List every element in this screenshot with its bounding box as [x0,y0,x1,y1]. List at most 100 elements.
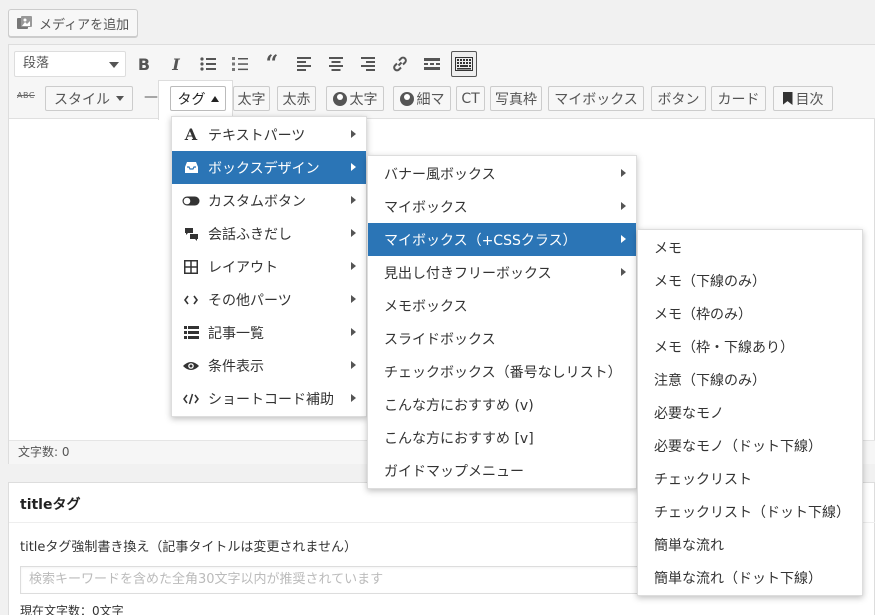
menu-item-needed-items[interactable]: 必要なモノ [638,396,862,429]
align-center-icon [329,57,343,71]
menu-item-label: 必要なモノ [654,405,724,422]
menu-item-text-parts[interactable]: A テキストパーツ [172,118,366,151]
char-count-label: 文字数: 0 [18,445,70,459]
chevron-right-icon [351,361,356,369]
menu-item-recommend-v-bracket[interactable]: こんな方におすすめ [v] [368,421,636,454]
mybox-quicktag-button[interactable]: マイボックス [548,86,644,111]
menu-item-label: メモボックス [384,298,468,315]
menu-item-check-box[interactable]: チェックボックス（番号なしリスト） [368,355,636,388]
italic-button[interactable]: I [163,51,189,77]
menu-item-needed-items-dotted[interactable]: 必要なモノ（ドット下線） [638,429,862,462]
menu-item-caution-underline[interactable]: 注意（下線のみ） [638,363,862,396]
menu-item-banner-box[interactable]: バナー風ボックス [368,157,636,190]
menu-item-label: マイボックス（+CSSクラス） [384,232,577,249]
card-quicktag-button[interactable]: カード [711,86,766,111]
menu-item-label: マイボックス [384,199,468,216]
menu-item-label: チェックリスト [654,471,752,488]
user-icon [332,91,347,106]
style-button[interactable]: スタイル [45,86,133,111]
format-select[interactable]: 段落 [14,51,126,77]
title-tag-input[interactable]: 検索キーワードを含めた全角30文字以内が推奨されています [20,566,660,594]
menu-item-memo[interactable]: メモ [638,231,862,264]
metabox-description: titleタグ強制書き換え（記事タイトルは変更されません） [20,540,358,555]
title-char-count: 現在文字数：0文字 [20,604,124,615]
menu-item-heading-box[interactable]: 見出し付きフリーボックス [368,256,636,289]
quicktag-label: CT [461,90,480,107]
menu-item-memo-frame-underline[interactable]: メモ（枠・下線あり） [638,330,862,363]
menu-item-other-parts[interactable]: その他パーツ [172,283,366,316]
menu-item-mybox[interactable]: マイボックス [368,190,636,223]
menu-item-slide-box[interactable]: スライドボックス [368,322,636,355]
toggle-icon [182,196,200,206]
menu-item-label: メモ（枠・下線あり） [654,339,794,356]
horizontal-rule-label: — [144,89,158,105]
bold-red-quicktag-button[interactable]: 太赤 [277,86,316,111]
button-quicktag-button[interactable]: ボタン [651,86,706,111]
link-icon [393,56,407,72]
menu-item-conditional-display[interactable]: 条件表示 [172,349,366,382]
media-icon [17,16,33,30]
photo-frame-quicktag-button[interactable]: 写真枠 [490,86,542,111]
chat-bubbles-icon [182,227,200,241]
menu-item-simple-flow[interactable]: 簡単な流れ [638,528,862,561]
tag-dropdown-menu: A テキストパーツ ボックスデザイン カスタムボタン 会話ふきだし レイアウト … [171,116,367,417]
chevron-right-icon [351,229,356,237]
menu-item-label: バナー風ボックス [384,166,496,183]
menu-item-shortcode-helper[interactable]: ショートコード補助 [172,382,366,415]
menu-item-simple-flow-dotted[interactable]: 簡単な流れ（ドット下線） [638,561,862,594]
menu-item-label: 記事一覧 [208,325,264,342]
horizontal-rule-button[interactable]: — [144,89,158,105]
align-center-button[interactable] [323,51,349,77]
link-button[interactable] [387,51,413,77]
bold-quicktag-button[interactable]: 太字 [233,86,270,111]
menu-item-memo-frame[interactable]: メモ（枠のみ） [638,297,862,330]
menu-item-post-list[interactable]: 記事一覧 [172,316,366,349]
menu-item-checklist-dotted[interactable]: チェックリスト（ドット下線） [638,495,862,528]
chevron-right-icon [351,328,356,336]
menu-item-speech-bubble[interactable]: 会話ふきだし [172,217,366,250]
align-right-button[interactable] [355,51,381,77]
bullet-list-button[interactable] [195,51,221,77]
menu-item-label: ボックスデザイン [208,160,320,177]
avatar-marker-quicktag-button[interactable]: 細マ [393,86,451,111]
bold-button[interactable]: B [131,51,157,77]
list-icon [182,326,200,339]
menu-item-label: 注意（下線のみ） [654,372,766,389]
menu-item-layout[interactable]: レイアウト [172,250,366,283]
numbered-list-button[interactable] [227,51,253,77]
metabox-title: titleタグ [20,497,81,513]
align-left-button[interactable] [291,51,317,77]
toolbar-toggle-button[interactable] [451,51,477,77]
add-media-button[interactable]: メディアを追加 [8,9,138,37]
tag-button[interactable]: タグ [170,86,226,111]
strikethrough-button[interactable]: ABC [17,91,35,100]
menu-item-box-design[interactable]: ボックスデザイン [172,151,366,184]
style-button-label: スタイル [54,91,110,108]
read-more-button[interactable] [419,51,445,77]
italic-label: I [172,54,180,74]
menu-item-memo-underline[interactable]: メモ（下線のみ） [638,264,862,297]
blockquote-button[interactable]: “ [259,51,285,77]
menu-item-guide-map[interactable]: ガイドマップメニュー [368,454,636,487]
chevron-right-icon [351,394,356,402]
menu-item-memo-box[interactable]: メモボックス [368,289,636,322]
numbered-list-icon [232,57,248,71]
menu-item-recommend-v[interactable]: こんな方におすすめ (v) [368,388,636,421]
chevron-right-icon [351,163,356,171]
menu-item-label: 必要なモノ（ドット下線） [654,438,822,455]
menu-item-label: こんな方におすすめ [v] [384,430,534,447]
quicktag-label: 写真枠 [495,91,537,108]
chevron-up-icon [210,95,219,102]
format-select-value: 段落 [23,56,50,71]
chevron-right-icon [621,235,626,243]
avatar-bold-quicktag-button[interactable]: 太字 [326,86,384,111]
menu-item-custom-button[interactable]: カスタムボタン [172,184,366,217]
ct-quicktag-button[interactable]: CT [456,86,485,111]
bookmark-icon [782,92,793,105]
menu-item-checklist[interactable]: チェックリスト [638,462,862,495]
user-icon [399,91,414,106]
menu-item-label: 簡単な流れ [654,537,724,554]
toc-quicktag-button[interactable]: 目次 [773,86,833,111]
menu-item-mybox-css[interactable]: マイボックス（+CSSクラス） [368,223,636,256]
menu-item-label: テキストパーツ [208,127,306,144]
